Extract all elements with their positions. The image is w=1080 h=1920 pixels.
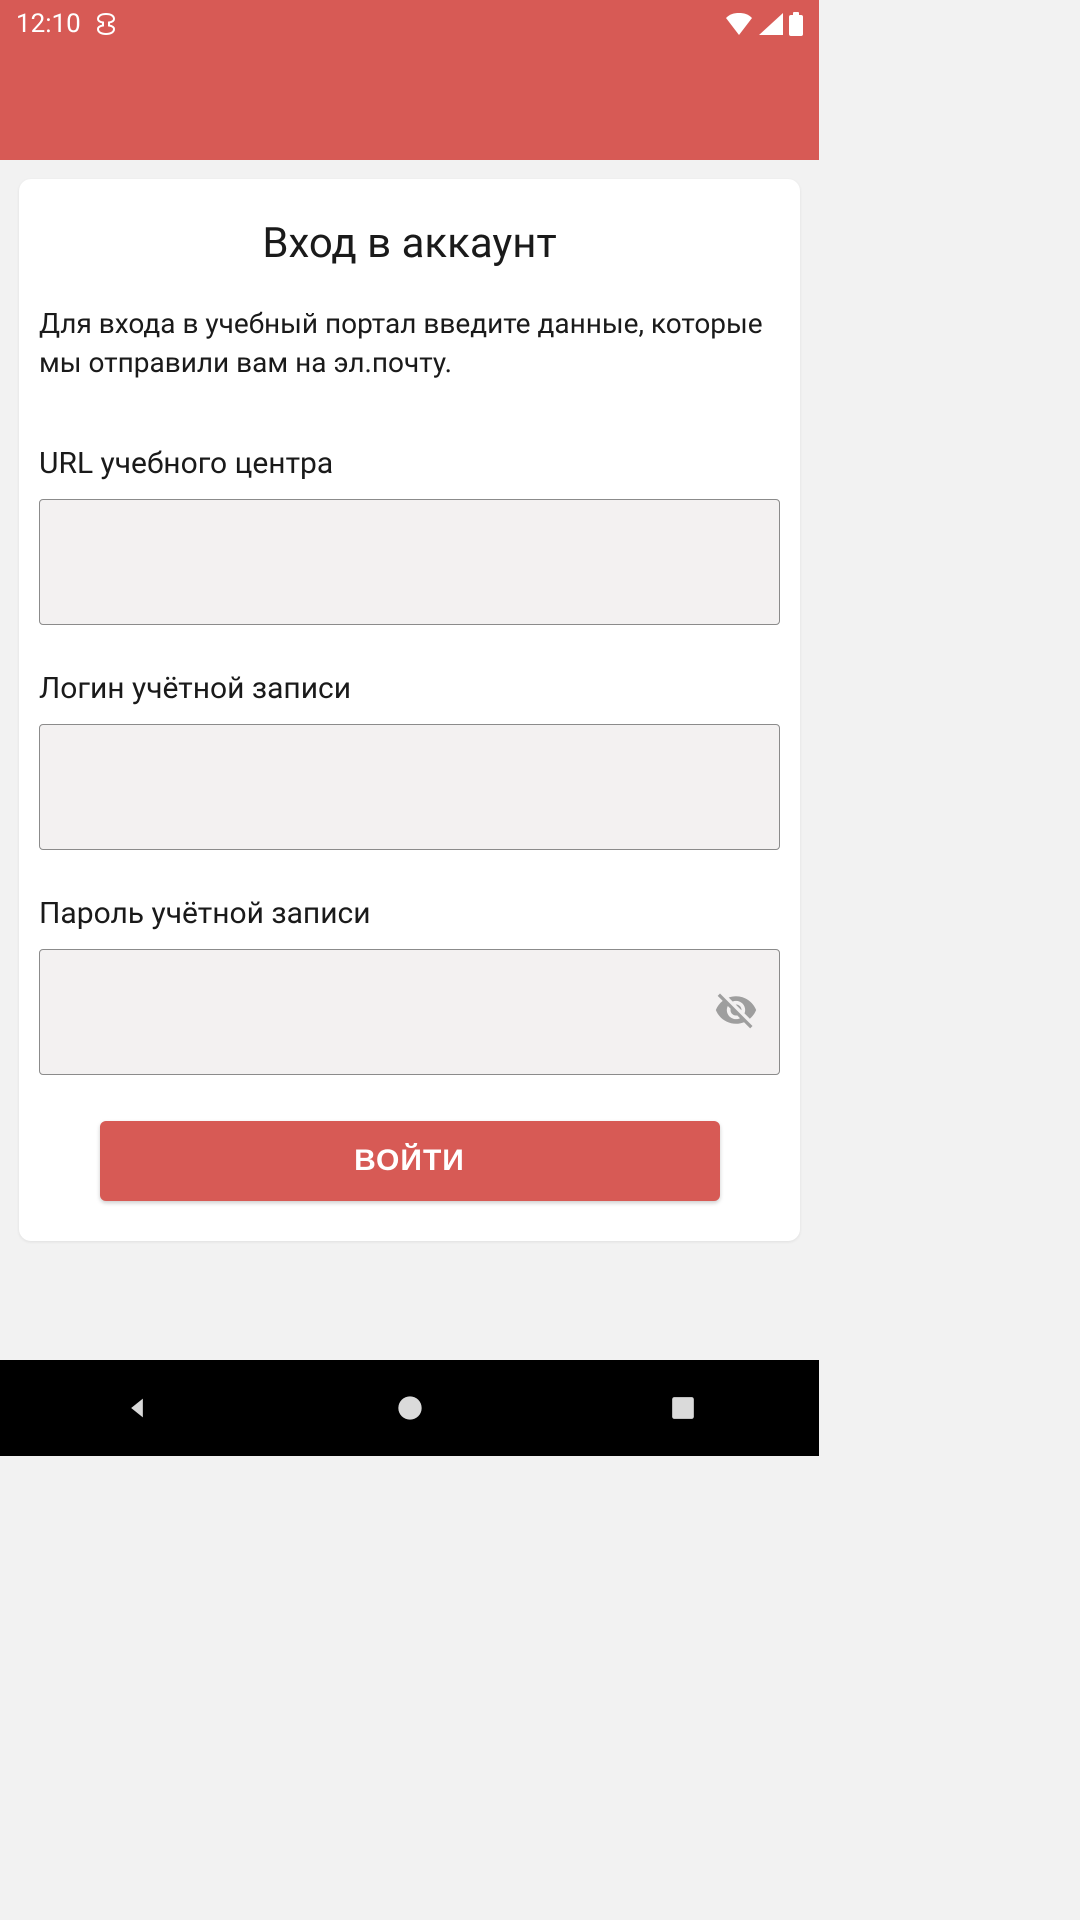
content-area: Вход в аккаунт Для входа в учебный порта…	[0, 160, 819, 1260]
url-form-group: URL учебного центра	[39, 446, 780, 625]
submit-button[interactable]: ВОЙТИ	[100, 1121, 720, 1201]
status-left: 12:10	[16, 9, 117, 39]
nav-home-button[interactable]	[356, 1374, 464, 1442]
url-input[interactable]	[39, 499, 780, 625]
password-wrapper	[39, 949, 780, 1075]
password-input[interactable]	[39, 949, 780, 1075]
login-input[interactable]	[39, 724, 780, 850]
app-icon	[95, 12, 117, 36]
password-form-group: Пароль учётной записи	[39, 896, 780, 1075]
nav-bar	[0, 1360, 819, 1456]
nav-recent-button[interactable]	[630, 1375, 736, 1441]
login-card: Вход в аккаунт Для входа в учебный порта…	[19, 179, 800, 1241]
header-bar	[0, 48, 819, 160]
status-time: 12:10	[16, 9, 81, 39]
url-label: URL учебного центра	[39, 446, 780, 481]
status-right	[725, 12, 803, 36]
page-description: Для входа в учебный портал введите данны…	[39, 304, 780, 382]
login-form-group: Логин учётной записи	[39, 671, 780, 850]
status-bar: 12:10	[0, 0, 819, 48]
password-label: Пароль учётной записи	[39, 896, 780, 931]
login-label: Логин учётной записи	[39, 671, 780, 706]
battery-icon	[789, 12, 803, 36]
nav-back-button[interactable]	[83, 1374, 191, 1442]
wifi-icon	[725, 13, 753, 35]
page-title: Вход в аккаунт	[39, 219, 780, 268]
eye-off-icon[interactable]	[714, 988, 758, 1036]
signal-icon	[759, 13, 783, 35]
